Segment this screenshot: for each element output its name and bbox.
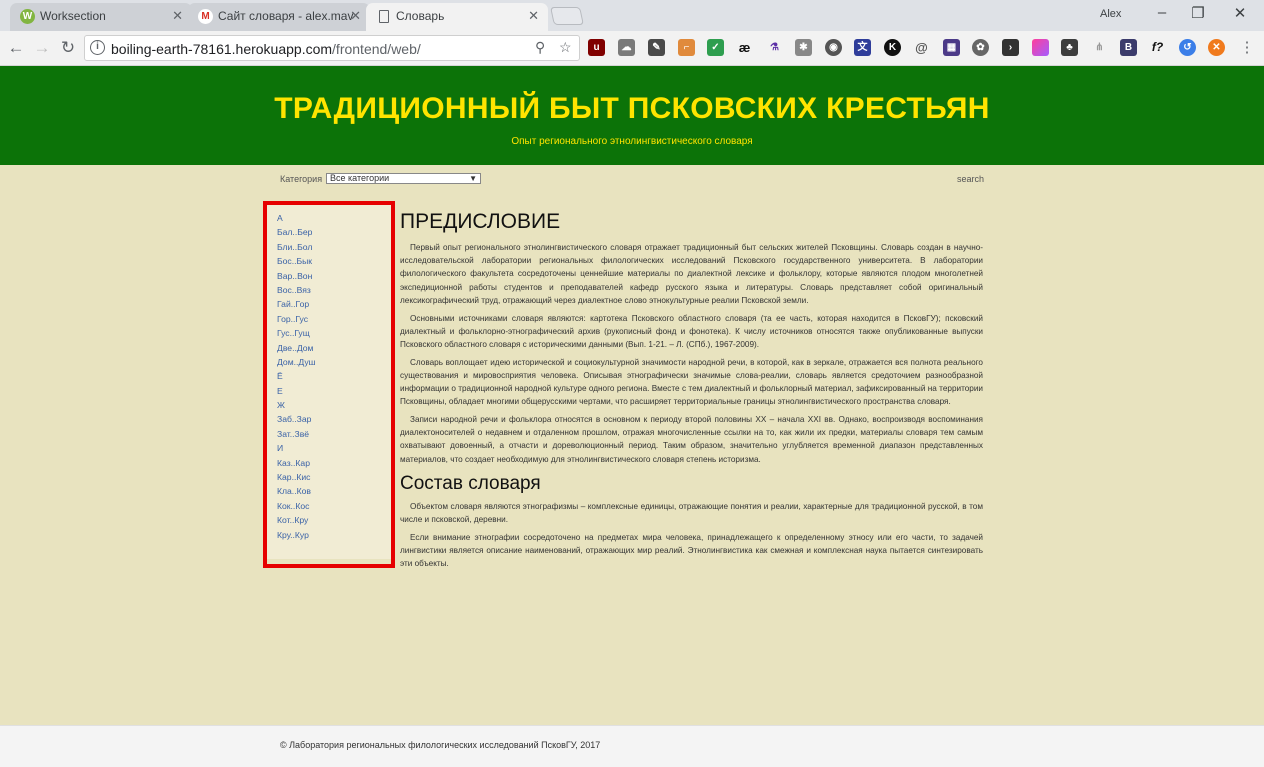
category-selected-value: Все категории xyxy=(330,173,390,183)
back-icon[interactable]: ← xyxy=(5,37,27,59)
new-tab-button[interactable] xyxy=(550,7,584,25)
shield-icon[interactable]: ✓ xyxy=(707,39,724,56)
flask-icon[interactable]: ⚗ xyxy=(766,39,783,56)
browser-toolbar: ← → ↻ i boiling-earth-78161.herokuapp.co… xyxy=(0,31,1264,66)
close-tab-icon[interactable]: ✕ xyxy=(172,3,183,29)
pen-icon[interactable]: ✎ xyxy=(648,39,665,56)
cloud-icon[interactable]: ☁ xyxy=(618,39,635,56)
letter-range-link[interactable]: Вар..Вон xyxy=(277,269,316,283)
menu-icon[interactable]: ⋮ xyxy=(1236,37,1258,59)
letter-range-link[interactable]: А xyxy=(277,211,316,225)
site-footer: © Лаборатория региональных филологически… xyxy=(0,725,1264,767)
evernote-icon[interactable]: ♣ xyxy=(1061,39,1078,56)
close-tab-icon[interactable]: ✕ xyxy=(350,3,361,29)
minimize-icon[interactable]: – xyxy=(1152,4,1172,21)
content-area: Категория Все категории ▼ search А Бал..Б… xyxy=(0,165,1264,725)
paragraph: Если внимание этнографии сосредоточено н… xyxy=(400,532,983,569)
ring-icon[interactable]: ✕ xyxy=(1208,39,1225,56)
letter-range-link[interactable]: Дом..Душ xyxy=(277,355,316,369)
letter-range-link[interactable]: Бос..Бык xyxy=(277,254,316,268)
url-host: boiling-earth-78161.herokuapp.com xyxy=(111,41,333,57)
letter-range-link[interactable]: Бли..Бол xyxy=(277,240,316,254)
tab-title: Worksection xyxy=(40,9,106,23)
puzzle-icon[interactable]: ✱ xyxy=(795,39,812,56)
dropdown-arrow-icon: ▼ xyxy=(469,174,477,183)
letter-range-link[interactable]: Кру..Кур xyxy=(277,528,316,542)
letter-range-link[interactable]: Гай..Гор xyxy=(277,297,316,311)
url-path: /frontend/web/ xyxy=(332,41,421,57)
composition-heading: Состав словаря xyxy=(400,472,541,494)
search-link[interactable]: search xyxy=(957,174,984,184)
main-content: ПРЕДИСЛОВИЕ Первый опыт регионального эт… xyxy=(400,209,983,575)
preface-heading: ПРЕДИСЛОВИЕ xyxy=(400,210,561,233)
letter-range-link[interactable]: Каз..Кар xyxy=(277,456,316,470)
globe-icon[interactable]: ◉ xyxy=(825,39,842,56)
site-subtitle: Опыт регионального этнолингвистического … xyxy=(511,136,753,147)
browser-tab-bar: W Worksection ✕ M Сайт словаря - alex.ma… xyxy=(0,0,1264,31)
brackets-icon[interactable]: ⌐ xyxy=(678,39,695,56)
at-icon[interactable]: @ xyxy=(913,39,930,56)
reload-icon[interactable]: ↻ xyxy=(57,37,79,59)
tree-icon[interactable]: ⋔ xyxy=(1091,39,1108,56)
letter-range-link[interactable]: Кар..Кис xyxy=(277,470,316,484)
gear-icon[interactable]: ✿ xyxy=(972,39,989,56)
letter-range-link[interactable]: Две..Дом xyxy=(277,341,316,355)
letter-range-link[interactable]: Заб..Зар xyxy=(277,412,316,426)
letter-range-link[interactable]: Гус..Гущ xyxy=(277,326,316,340)
url-text[interactable]: boiling-earth-78161.herokuapp.com/fronte… xyxy=(111,41,421,57)
letter-range-link[interactable]: Ж xyxy=(277,398,316,412)
info-icon[interactable]: i xyxy=(90,40,105,55)
forward-icon[interactable]: → xyxy=(31,37,53,59)
letter-sidebar[interactable]: А Бал..Бер Бли..Бол Бос..Бык Вар..Вон Вос..Вя… xyxy=(267,205,391,559)
b-icon[interactable]: B xyxy=(1120,39,1137,56)
letter-range-link[interactable]: Кот..Кру xyxy=(277,513,316,527)
gradient-icon[interactable] xyxy=(1032,39,1049,56)
tab-title: Сайт словаря - alex.mav xyxy=(218,9,354,23)
ae-icon[interactable]: æ xyxy=(736,39,753,56)
letter-range-link[interactable]: И xyxy=(277,441,316,455)
letter-range-link[interactable]: Ё xyxy=(277,369,316,383)
tab-worksection[interactable]: W Worksection ✕ xyxy=(10,3,192,31)
paragraph: Словарь воплощает идею исторической и со… xyxy=(400,357,983,407)
letter-range-link[interactable]: Бал..Бер xyxy=(277,225,316,239)
letter-range-link[interactable]: Вос..Вяз xyxy=(277,283,316,297)
worksection-favicon-icon: W xyxy=(20,9,35,24)
letter-range-link[interactable]: Е xyxy=(277,384,316,398)
grid-icon[interactable]: ▦ xyxy=(943,39,960,56)
site-header: ТРАДИЦИОННЫЙ БЫТ ПСКОВСКИХ КРЕСТЬЯН Опыт… xyxy=(0,66,1264,165)
category-select[interactable]: Все категории ▼ xyxy=(326,173,481,184)
k-icon[interactable]: K xyxy=(884,39,901,56)
terminal-icon[interactable]: › xyxy=(1002,39,1019,56)
paragraph: Записи народной речи и фольклора относят… xyxy=(400,414,983,464)
site-title[interactable]: ТРАДИЦИОННЫЙ БЫТ ПСКОВСКИХ КРЕСТЬЯН xyxy=(0,92,1264,126)
close-window-icon[interactable]: ✕ xyxy=(1230,4,1250,22)
sidebar-highlight-frame: А Бал..Бер Бли..Бол Бос..Бык Вар..Вон Вос..Вя… xyxy=(263,201,395,568)
tab-gmail[interactable]: M Сайт словаря - alex.mav ✕ xyxy=(188,3,370,31)
letter-range-link[interactable]: Гор..Гус xyxy=(277,312,316,326)
sync-icon[interactable]: ↺ xyxy=(1179,39,1196,56)
maximize-icon[interactable]: ❐ xyxy=(1188,4,1208,22)
gmail-favicon-icon: M xyxy=(198,9,213,24)
page-favicon-icon xyxy=(379,10,389,23)
paragraph: Основными источниками словаря являются: … xyxy=(400,313,983,349)
address-bar[interactable]: i boiling-earth-78161.herokuapp.com/fron… xyxy=(84,35,580,61)
fquery-icon[interactable]: f? xyxy=(1149,39,1166,56)
tab-dictionary[interactable]: Словарь ✕ xyxy=(366,3,548,31)
bookmark-star-icon[interactable]: ☆ xyxy=(559,39,572,56)
copyright-text: © Лаборатория региональных филологически… xyxy=(280,740,601,750)
letter-range-link[interactable]: Кок..Кос xyxy=(277,499,316,513)
letter-index-list: А Бал..Бер Бли..Бол Бос..Бык Вар..Вон Вос..Вя… xyxy=(277,211,316,542)
letter-range-link[interactable]: Кла..Ков xyxy=(277,484,316,498)
ublock-icon[interactable]: u xyxy=(588,39,605,56)
zoom-search-icon[interactable]: ⚲ xyxy=(535,39,545,56)
tab-title: Словарь xyxy=(396,9,445,23)
category-label: Категория xyxy=(280,174,323,184)
paragraph: Объектом словаря являются этнографизмы –… xyxy=(400,501,983,524)
profile-name[interactable]: Alex xyxy=(1100,8,1121,20)
paragraph: Первый опыт регионального этнолингвистич… xyxy=(400,243,983,305)
translate-icon[interactable]: 文 xyxy=(854,39,871,56)
letter-range-link[interactable]: Зат..Звё xyxy=(277,427,316,441)
close-tab-icon[interactable]: ✕ xyxy=(528,3,539,29)
